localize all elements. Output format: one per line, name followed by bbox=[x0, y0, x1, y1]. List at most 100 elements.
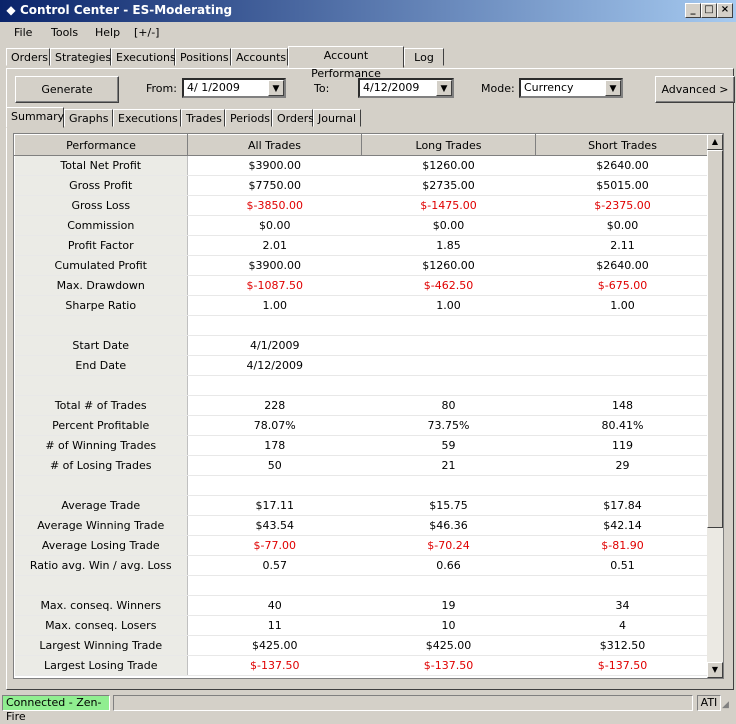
tab-sub-orders[interactable]: Orders bbox=[272, 109, 314, 127]
table-row[interactable]: Max. Drawdown $-1087.50 $-462.50 $-675.00 bbox=[14, 275, 710, 296]
table-row[interactable]: Max. conseq. Losers 11 10 4 bbox=[14, 615, 710, 636]
scroll-down-icon[interactable]: ▼ bbox=[707, 662, 723, 678]
short-trades-cell: 34 bbox=[535, 595, 710, 616]
tab-trades[interactable]: Trades bbox=[181, 109, 225, 127]
all-trades-cell: $425.00 bbox=[187, 635, 362, 656]
window-title: Control Center - ES-Moderating bbox=[20, 3, 233, 17]
long-trades-cell: 21 bbox=[361, 455, 536, 476]
row-label: Sharpe Ratio bbox=[14, 295, 188, 316]
long-trades-cell: $-462.50 bbox=[361, 275, 536, 296]
table-row[interactable] bbox=[14, 475, 710, 496]
mode-select[interactable]: Currency ▼ bbox=[519, 78, 623, 98]
menu-file[interactable]: File bbox=[14, 26, 32, 39]
advanced-button[interactable]: Advanced > bbox=[655, 76, 735, 103]
long-trades-cell: $2735.00 bbox=[361, 175, 536, 196]
tab-positions[interactable]: Positions bbox=[175, 48, 231, 66]
close-button[interactable]: × bbox=[717, 3, 733, 18]
scroll-up-icon[interactable]: ▲ bbox=[707, 134, 723, 150]
chevron-down-icon[interactable]: ▼ bbox=[268, 80, 284, 96]
table-row[interactable]: Sharpe Ratio 1.00 1.00 1.00 bbox=[14, 295, 710, 316]
long-trades-cell: $15.75 bbox=[361, 495, 536, 516]
title-bar[interactable]: ◆ Control Center - ES-Moderating _ □ × bbox=[0, 0, 736, 22]
long-trades-cell: 19 bbox=[361, 595, 536, 616]
long-trades-cell: $46.36 bbox=[361, 515, 536, 536]
menu-tools[interactable]: Tools bbox=[51, 26, 78, 39]
table-row[interactable]: Largest Losing Trade $-137.50 $-137.50 $-13… bbox=[14, 655, 710, 676]
generate-button[interactable]: Generate bbox=[15, 76, 119, 103]
all-trades-cell: 50 bbox=[187, 455, 362, 476]
tab-journal[interactable]: Journal bbox=[313, 109, 361, 127]
scrollbar-thumb[interactable] bbox=[707, 150, 723, 528]
table-row[interactable]: # of Winning Trades 178 59 119 bbox=[14, 435, 710, 456]
table-row[interactable] bbox=[14, 315, 710, 336]
table-row[interactable]: Total Net Profit $3900.00 $1260.00 $2640.00 bbox=[14, 155, 710, 176]
table-row[interactable]: # of Losing Trades 50 21 29 bbox=[14, 455, 710, 476]
connection-status: Connected - Zen-Fire bbox=[2, 695, 110, 723]
table-row[interactable]: Start Date 4/1/2009 bbox=[14, 335, 710, 356]
short-trades-cell: 80.41% bbox=[535, 415, 710, 436]
all-trades-cell bbox=[187, 475, 362, 496]
tab-summary[interactable]: Summary bbox=[6, 107, 64, 128]
table-row[interactable]: Cumulated Profit $3900.00 $1260.00 $2640.00 bbox=[14, 255, 710, 276]
from-label: From: bbox=[146, 82, 177, 95]
table-row[interactable]: Gross Loss $-3850.00 $-1475.00 $-2375.00 bbox=[14, 195, 710, 216]
tab-account-performance[interactable]: Account Performance bbox=[288, 46, 404, 80]
all-trades-cell: 178 bbox=[187, 435, 362, 456]
chevron-down-icon[interactable]: ▼ bbox=[605, 80, 621, 96]
short-trades-cell: 2.11 bbox=[535, 235, 710, 256]
tab-periods[interactable]: Periods bbox=[225, 109, 272, 127]
table-row[interactable]: End Date 4/12/2009 bbox=[14, 355, 710, 376]
all-trades-cell: $43.54 bbox=[187, 515, 362, 536]
resize-grip-icon[interactable]: ◢ bbox=[722, 699, 734, 711]
short-trades-cell: $17.84 bbox=[535, 495, 710, 516]
from-date-picker[interactable]: 4/ 1/2009 ▼ bbox=[182, 78, 286, 98]
table-row[interactable]: Gross Profit $7750.00 $2735.00 $5015.00 bbox=[14, 175, 710, 196]
performance-table: Performance All Trades Long Trades Short… bbox=[14, 134, 710, 676]
short-trades-cell bbox=[535, 575, 710, 596]
table-row[interactable]: Percent Profitable 78.07% 73.75% 80.41% bbox=[14, 415, 710, 436]
column-header[interactable]: Short Trades bbox=[535, 134, 710, 156]
short-trades-cell bbox=[535, 375, 710, 396]
short-trades-cell: $-81.90 bbox=[535, 535, 710, 556]
tab-accounts[interactable]: Accounts bbox=[231, 48, 288, 66]
tab-orders[interactable]: Orders bbox=[6, 48, 50, 66]
column-header[interactable]: All Trades bbox=[187, 134, 362, 156]
short-trades-cell bbox=[535, 475, 710, 496]
table-row[interactable]: Largest Winning Trade $425.00 $425.00 $312.… bbox=[14, 635, 710, 656]
tab-graphs[interactable]: Graphs bbox=[64, 109, 113, 127]
row-label: Start Date bbox=[14, 335, 188, 356]
column-header[interactable]: Performance bbox=[14, 134, 188, 156]
long-trades-cell bbox=[361, 335, 536, 356]
vertical-scrollbar[interactable]: ▲ ▼ bbox=[707, 134, 723, 678]
all-trades-cell: 40 bbox=[187, 595, 362, 616]
table-row[interactable]: Profit Factor 2.01 1.85 2.11 bbox=[14, 235, 710, 256]
long-trades-cell: $1260.00 bbox=[361, 155, 536, 176]
row-label: Average Losing Trade bbox=[14, 535, 188, 556]
table-row[interactable]: Ratio avg. Win / avg. Loss 0.57 0.66 0.51 bbox=[14, 555, 710, 576]
minimize-button[interactable]: _ bbox=[685, 3, 701, 18]
row-label: Total # of Trades bbox=[14, 395, 188, 416]
table-row[interactable]: Commission $0.00 $0.00 $0.00 bbox=[14, 215, 710, 236]
long-trades-cell: 1.85 bbox=[361, 235, 536, 256]
short-trades-cell: $-675.00 bbox=[535, 275, 710, 296]
tab-executions[interactable]: Executions bbox=[111, 48, 176, 66]
column-header[interactable]: Long Trades bbox=[361, 134, 536, 156]
menu-help[interactable]: Help bbox=[95, 26, 120, 39]
row-label: Max. conseq. Winners bbox=[14, 595, 188, 616]
table-row[interactable] bbox=[14, 575, 710, 596]
short-trades-cell: $42.14 bbox=[535, 515, 710, 536]
maximize-button[interactable]: □ bbox=[701, 3, 717, 18]
table-row[interactable]: Max. conseq. Winners 40 19 34 bbox=[14, 595, 710, 616]
long-trades-cell: 0.66 bbox=[361, 555, 536, 576]
table-row[interactable]: Total # of Trades 228 80 148 bbox=[14, 395, 710, 416]
table-row[interactable] bbox=[14, 375, 710, 396]
row-label: Gross Profit bbox=[14, 175, 188, 196]
tab-strategies[interactable]: Strategies bbox=[50, 48, 111, 66]
tab-log[interactable]: Log bbox=[404, 48, 444, 66]
table-row[interactable]: Average Losing Trade $-77.00 $-70.24 $-81.9… bbox=[14, 535, 710, 556]
table-row[interactable]: Average Winning Trade $43.54 $46.36 $42.14 bbox=[14, 515, 710, 536]
menu-toggle[interactable]: [+/-] bbox=[134, 26, 159, 39]
table-row[interactable]: Average Trade $17.11 $15.75 $17.84 bbox=[14, 495, 710, 516]
tab-sub-executions[interactable]: Executions bbox=[113, 109, 181, 127]
chevron-down-icon[interactable]: ▼ bbox=[436, 80, 452, 96]
